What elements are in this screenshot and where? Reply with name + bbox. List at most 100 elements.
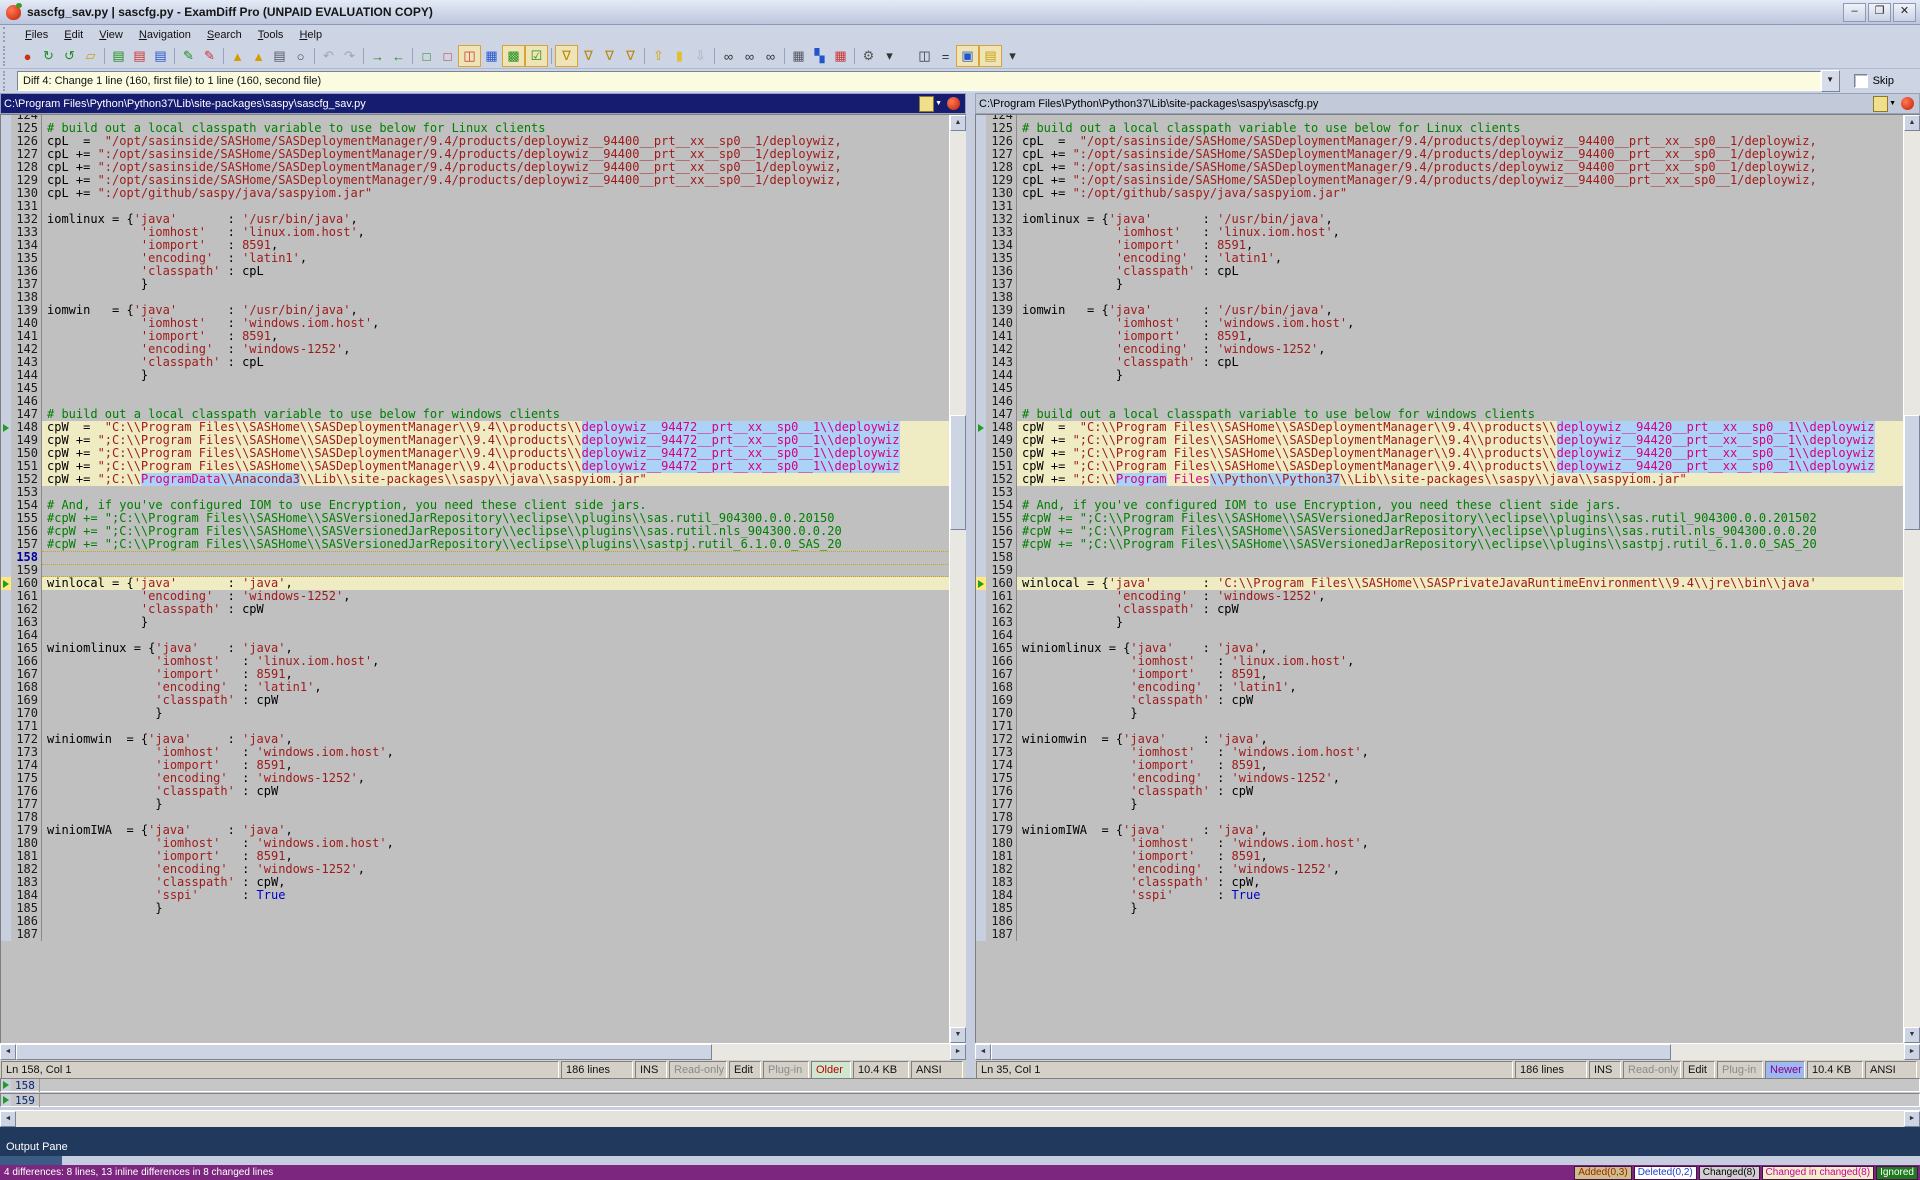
menu-item-help[interactable]: Help — [291, 27, 330, 43]
scroll-right-icon[interactable]: ► — [950, 1044, 966, 1060]
show-differences-only-icon[interactable]: = — [935, 46, 956, 66]
plugins-icon[interactable]: ▚ — [809, 46, 830, 66]
open-files-icon[interactable]: ▱ — [80, 46, 101, 66]
toolbar-separator — [551, 48, 552, 64]
recompare-files-icon[interactable]: ↺ — [59, 46, 80, 66]
filter-added-icon[interactable]: ∇ — [555, 45, 578, 67]
scroll-left-icon[interactable]: ◄ — [0, 1111, 16, 1127]
badge-changed-in-changed-8-[interactable]: Changed in changed(8) — [1762, 1166, 1875, 1180]
second-file-horizontal-scrollbar[interactable]: ◄ ► — [975, 1043, 1920, 1060]
maximize-button[interactable]: ❐ — [1868, 3, 1891, 22]
show-changed-lines-icon[interactable]: ◫ — [458, 45, 481, 67]
badge-added-0-3-[interactable]: Added(0,3) — [1574, 1166, 1631, 1180]
scroll-right-icon[interactable]: ► — [1904, 1044, 1920, 1060]
output-pane-tab[interactable] — [0, 1156, 62, 1165]
show-identical-lines-icon[interactable]: □ — [416, 46, 437, 66]
file-dropdown-icon[interactable]: ▼ — [1889, 100, 1896, 107]
statistics-icon[interactable]: ▦ — [788, 46, 809, 66]
diff-marker-icon[interactable] — [978, 580, 984, 588]
menu-item-edit[interactable]: Edit — [56, 27, 91, 43]
code-text — [42, 928, 966, 941]
previous-difference-icon[interactable]: ← — [388, 46, 409, 66]
scroll-left-icon[interactable]: ◄ — [0, 1044, 16, 1060]
horizontal-scroll-thumb[interactable] — [16, 1044, 712, 1060]
show-inline-diffs-icon[interactable]: ▩ — [502, 45, 525, 67]
scroll-up-icon[interactable]: ▲ — [1904, 115, 1920, 131]
save-both-files-icon[interactable]: ▤ — [150, 46, 171, 66]
file-type-icon[interactable] — [919, 96, 934, 112]
scroll-left-icon[interactable]: ◄ — [975, 1044, 991, 1060]
minimize-button[interactable]: – — [1843, 3, 1866, 22]
scroll-right-icon[interactable]: ► — [1904, 1111, 1920, 1127]
new-comparison-icon[interactable]: ● — [17, 46, 38, 66]
diff-marker-icon[interactable] — [3, 580, 9, 588]
find-next-icon[interactable]: ∞ — [739, 46, 760, 66]
current-diff-combobox[interactable]: Diff 4: Change 1 line (160, first file) … — [17, 71, 1821, 91]
badge-changed-8-[interactable]: Changed(8) — [1699, 1166, 1760, 1180]
copy-block-up-icon[interactable]: ⇧ — [648, 46, 669, 66]
filter-changed-icon[interactable]: ∇ — [599, 46, 620, 66]
diff-navigation-bar: Diff 4: Change 1 line (160, first file) … — [0, 69, 1920, 93]
code-text: winiomlinux = {'java' : 'java', — [1017, 642, 1920, 655]
code-text: 'encoding' : 'windows-1252', — [42, 590, 966, 603]
skip-checkbox[interactable] — [1854, 74, 1868, 88]
second-file-vertical-scrollbar[interactable]: ▲ ▼ — [1903, 115, 1920, 1043]
first-file-path-header[interactable]: C:\Program Files\Python\Python37\Lib\sit… — [0, 93, 966, 114]
vertical-scroll-thumb[interactable] — [950, 415, 966, 530]
scroll-down-icon[interactable]: ▼ — [950, 1027, 966, 1043]
show-all-lines-icon[interactable]: ▦ — [481, 46, 502, 66]
options-dropdown-icon[interactable]: ▾ — [879, 46, 900, 66]
pane-splitter[interactable] — [966, 93, 975, 1074]
badge-ignored[interactable]: Ignored — [1876, 1166, 1918, 1180]
menu-item-tools[interactable]: Tools — [250, 27, 292, 43]
horizontal-scroll-thumb[interactable] — [991, 1044, 1671, 1060]
second-file-path-header[interactable]: C:\Program Files\Python\Python37\Lib\sit… — [975, 93, 1920, 114]
more-dropdown-icon[interactable]: ▾ — [1002, 46, 1023, 66]
scroll-up-icon[interactable]: ▲ — [950, 115, 966, 131]
sync-second-icon[interactable]: ▲ — [248, 46, 269, 66]
word-wrap-icon[interactable]: ☑ — [525, 45, 548, 67]
next-difference-icon[interactable]: → — [367, 46, 388, 66]
diff-marker-gutter — [976, 603, 986, 616]
moved-blocks-icon[interactable]: ▣ — [956, 45, 979, 67]
search-files-icon[interactable]: ○ — [290, 46, 311, 66]
badge-deleted-0-2-[interactable]: Deleted(0,2) — [1634, 1166, 1697, 1180]
file-type-icon[interactable] — [1873, 96, 1888, 112]
scroll-down-icon[interactable]: ▼ — [1904, 1027, 1920, 1043]
find-previous-icon[interactable]: ∞ — [760, 46, 781, 66]
filter-ignored-icon[interactable]: ∇ — [620, 46, 641, 66]
first-file-horizontal-scrollbar[interactable]: ◄ ► — [0, 1043, 966, 1060]
find-icon[interactable]: ∞ — [718, 46, 739, 66]
edit-first-file-icon[interactable]: ✎ — [178, 46, 199, 66]
ignore-options-icon[interactable]: ▤ — [979, 45, 1002, 67]
menu-item-files[interactable]: Files — [17, 27, 56, 43]
diff-marker-icon[interactable] — [3, 424, 9, 432]
toolbar-grip-handle[interactable] — [3, 46, 14, 65]
panes-layout-icon[interactable]: ◫ — [914, 46, 935, 66]
diff-combobox-dropdown-icon[interactable]: ▼ — [1821, 70, 1840, 92]
first-file-editor[interactable]: 124125# build out a local classpath vari… — [0, 114, 966, 1043]
refresh-compare-icon[interactable]: ↻ — [38, 46, 59, 66]
diff-marker-icon[interactable] — [978, 424, 984, 432]
menu-item-navigation[interactable]: Navigation — [131, 27, 199, 43]
copy-current-block-icon[interactable]: ▮ — [669, 46, 690, 66]
file-dropdown-icon[interactable]: ▼ — [935, 100, 942, 107]
print-icon[interactable]: ▤ — [269, 46, 290, 66]
save-first-file-icon[interactable]: ▤ — [108, 46, 129, 66]
options-icon[interactable]: ⚙ — [858, 46, 879, 66]
inspector-horizontal-scrollbar[interactable]: ◄ ► — [0, 1110, 1920, 1127]
menu-item-view[interactable]: View — [91, 27, 131, 43]
menu-grip-handle[interactable] — [3, 27, 14, 42]
show-deleted-lines-icon[interactable]: □ — [437, 46, 458, 66]
second-file-editor[interactable]: 124125# build out a local classpath vari… — [975, 114, 1920, 1043]
filter-deleted-icon[interactable]: ∇ — [578, 46, 599, 66]
html-report-icon[interactable]: ▦ — [830, 46, 851, 66]
save-second-file-icon[interactable]: ▤ — [129, 46, 150, 66]
edit-second-file-icon[interactable]: ✎ — [199, 46, 220, 66]
sync-first-icon[interactable]: ▲ — [227, 46, 248, 66]
diffbar-grip-handle[interactable] — [3, 71, 14, 90]
close-button[interactable]: ✕ — [1893, 3, 1916, 22]
vertical-scroll-thumb[interactable] — [1904, 415, 1920, 530]
menu-item-search[interactable]: Search — [199, 27, 250, 43]
first-file-vertical-scrollbar[interactable]: ▲ ▼ — [949, 115, 966, 1043]
